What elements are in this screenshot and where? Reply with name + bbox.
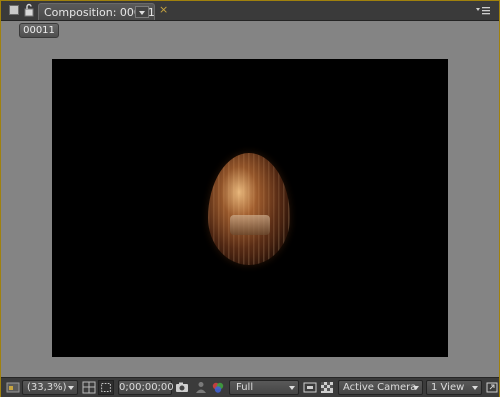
breadcrumb-composition[interactable]: 00011 bbox=[19, 23, 59, 38]
lock-icon[interactable] bbox=[23, 3, 35, 17]
tab-composition[interactable]: Composition: 00011 bbox=[38, 3, 155, 20]
region-of-interest-icon[interactable] bbox=[98, 380, 114, 395]
zoom-value: (33,3%) bbox=[27, 382, 67, 393]
view-layout-value: 1 View bbox=[431, 382, 465, 393]
panel-toggle-box[interactable] bbox=[9, 5, 19, 15]
chevron-down-icon bbox=[68, 386, 74, 390]
tab-dropdown-icon[interactable] bbox=[135, 6, 149, 18]
chevron-down-icon bbox=[472, 386, 478, 390]
grid-icon[interactable] bbox=[81, 380, 97, 395]
preview-icon[interactable] bbox=[5, 380, 21, 395]
panel-tab-strip: Composition: 00011 × bbox=[1, 1, 499, 21]
camera-value: Active Camera bbox=[343, 382, 417, 393]
rendered-egg-image bbox=[208, 153, 290, 265]
rgb-channel-icon[interactable] bbox=[210, 380, 226, 395]
resolution-value: Full bbox=[236, 382, 254, 393]
timecode-field[interactable]: 0;00;00;00 bbox=[118, 380, 174, 395]
view-layout-dropdown[interactable]: 1 View bbox=[426, 380, 482, 395]
resolution-dropdown[interactable]: Full bbox=[229, 380, 299, 395]
fast-preview-icon[interactable] bbox=[302, 380, 318, 395]
composition-viewer[interactable] bbox=[52, 59, 448, 357]
expand-icon[interactable] bbox=[484, 380, 500, 395]
person-icon[interactable] bbox=[193, 380, 209, 395]
chevron-down-icon bbox=[413, 386, 419, 390]
camera-view-dropdown[interactable]: Active Camera bbox=[338, 380, 423, 395]
composition-panel: Composition: 00011 × 00011 (33,3%) 0;00;… bbox=[0, 0, 500, 397]
tab-close-icon[interactable]: × bbox=[159, 3, 168, 16]
zoom-dropdown[interactable]: (33,3%) bbox=[22, 380, 78, 395]
chevron-down-icon bbox=[289, 386, 295, 390]
panel-menu-icon[interactable] bbox=[474, 4, 492, 17]
breadcrumb-bar: 00011 bbox=[1, 21, 499, 39]
transparency-grid-icon[interactable] bbox=[319, 380, 335, 395]
camera-icon[interactable] bbox=[174, 380, 190, 395]
viewer-toolbar: (33,3%) 0;00;00;00 Full Active Camera 1 … bbox=[1, 377, 499, 397]
